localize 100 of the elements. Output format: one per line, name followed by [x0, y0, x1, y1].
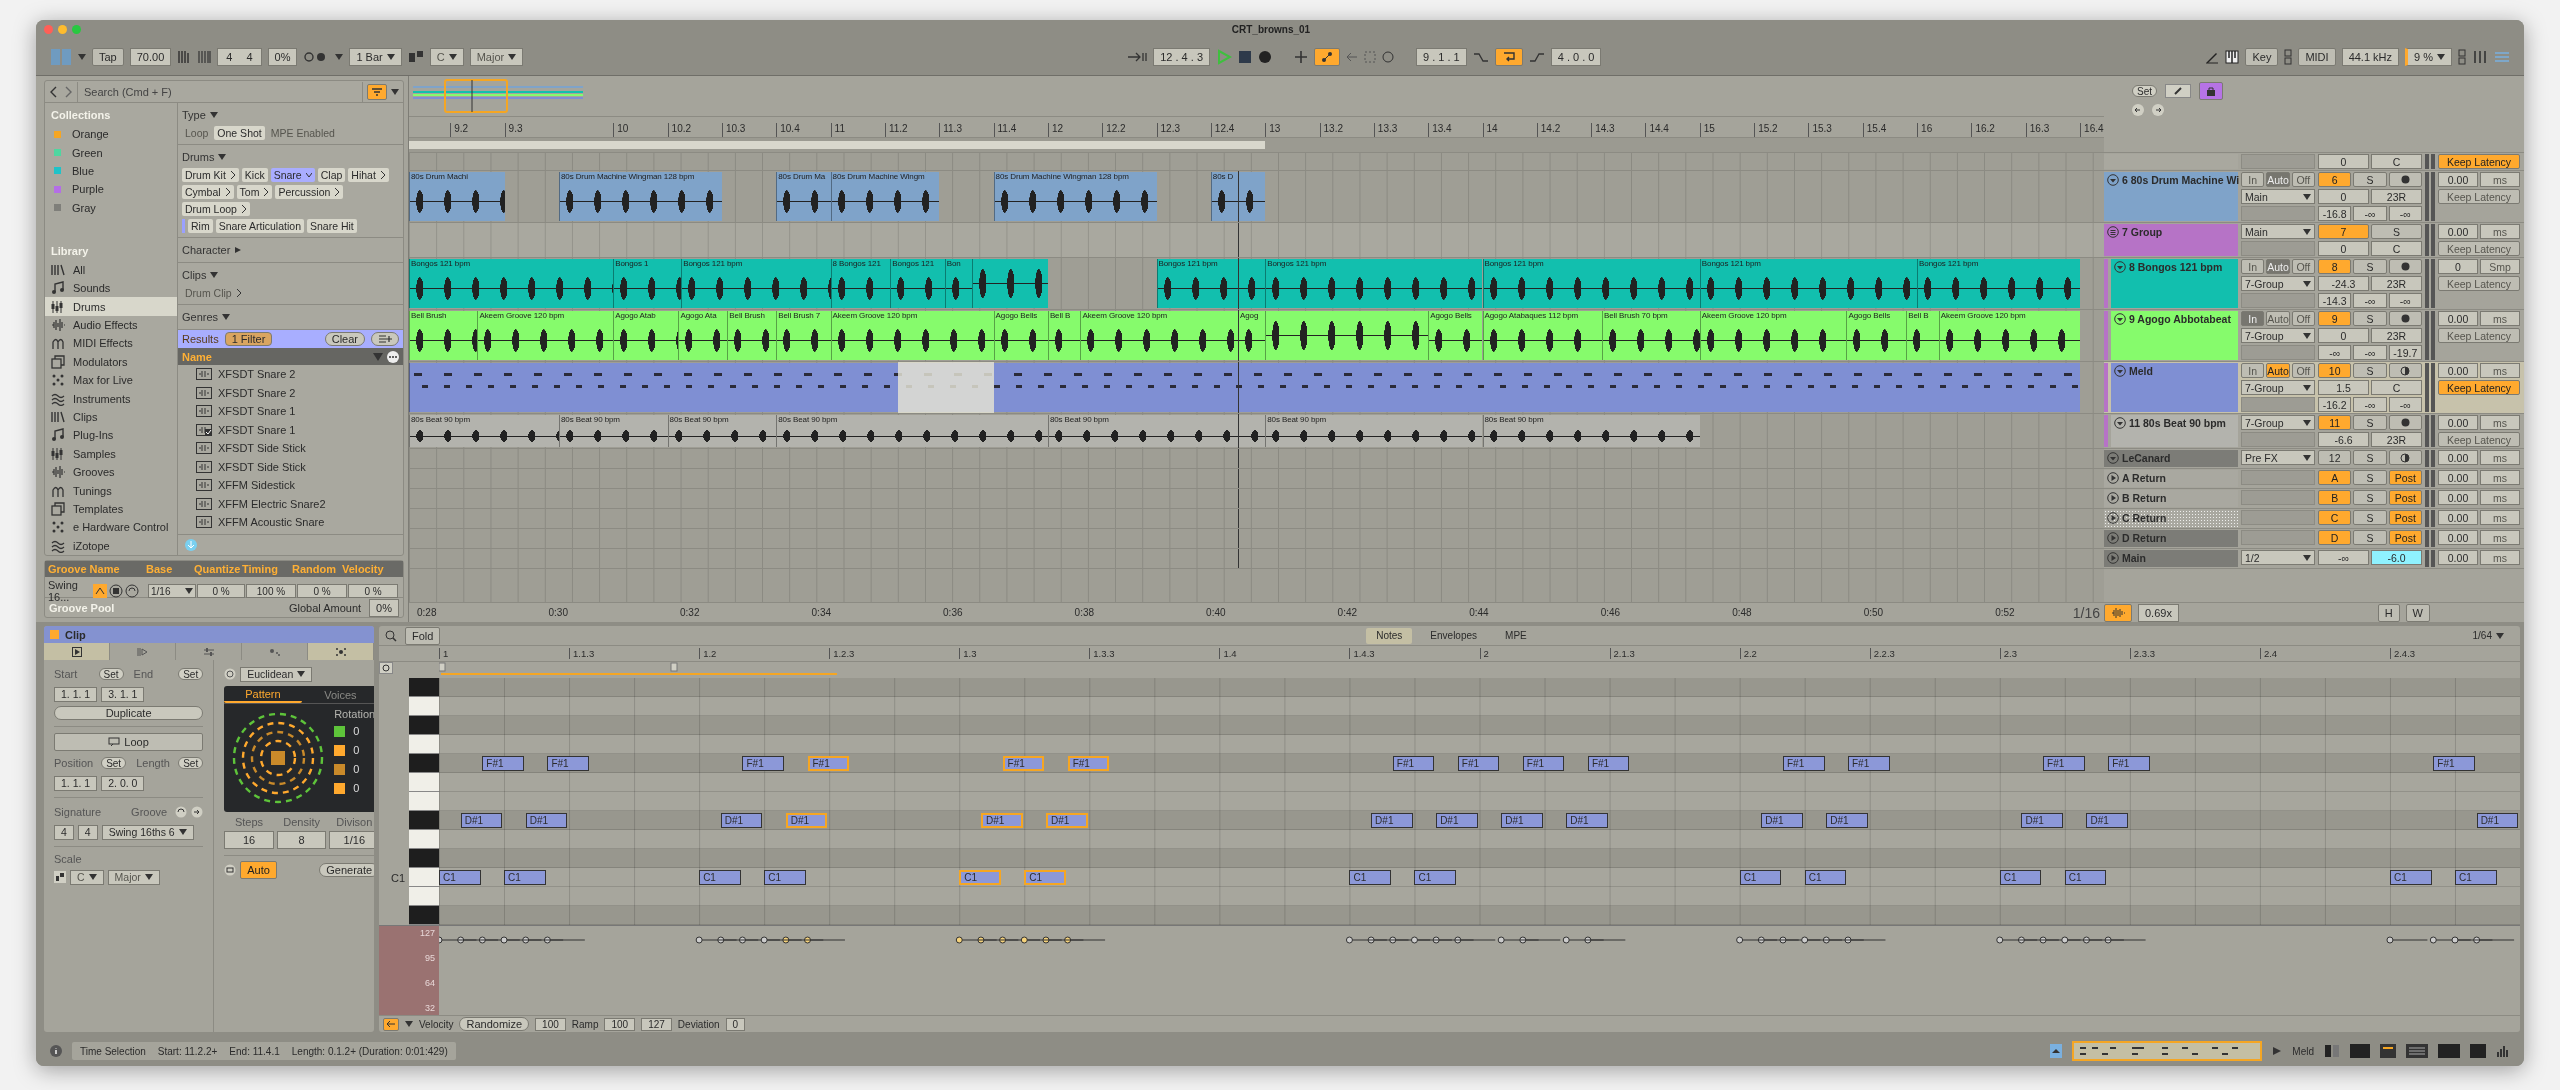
midi-note[interactable]: F#1 [2043, 756, 2085, 771]
route-dropdown[interactable]: Main [2241, 189, 2315, 204]
sample-rate-field[interactable]: 44.1 kHz [2341, 47, 2400, 66]
midi-note[interactable]: F#1 [807, 756, 850, 771]
audio-clip[interactable]: Bongos 121 bpm [1265, 259, 1483, 308]
midi-note[interactable]: D#1 [2021, 813, 2064, 828]
fold-button[interactable]: Fold [405, 626, 441, 645]
monitor-button[interactable]: Off [2291, 259, 2315, 274]
send-field[interactable]: -∞ [2388, 293, 2422, 308]
route-dropdown[interactable]: 7-Group [2241, 328, 2315, 343]
quantize-field[interactable]: 0 % [197, 584, 245, 598]
midi-note[interactable]: C1 [1349, 870, 1392, 885]
audio-clip[interactable]: 80s Beat 90 bpm [776, 415, 1048, 447]
randomize-button[interactable]: Randomize [459, 1017, 530, 1031]
track-activator[interactable]: A [2318, 470, 2352, 485]
audio-clip[interactable]: Bell B [1906, 311, 1939, 360]
midi-note[interactable]: D#1 [1371, 813, 1413, 828]
result-item[interactable]: XFSDT Snare 1 [178, 402, 403, 421]
track-activator[interactable]: 12 [2318, 450, 2352, 465]
midi-note[interactable]: F#1 [547, 756, 589, 771]
midi-note[interactable]: D#1 [2086, 813, 2129, 828]
delay-unit[interactable]: ms [2480, 470, 2520, 485]
midi-note[interactable]: D#1 [525, 813, 568, 828]
midi-note[interactable]: C1 [2454, 870, 2497, 885]
midi-note[interactable]: F#1 [482, 756, 524, 771]
audio-clip[interactable]: Bell Brush [727, 311, 777, 360]
result-item[interactable]: XFSDT Side Stick [178, 439, 403, 458]
track-header[interactable]: 6 80s Drum Machine Wi [2104, 172, 2238, 221]
groove-dropdown[interactable]: Swing 16ths 6 [101, 824, 194, 840]
audio-clip[interactable]: Bell Brush 7 [776, 311, 831, 360]
audio-clip[interactable]: Bongos 121 bpm [409, 259, 614, 308]
audio-clip[interactable]: 80s Drum Machi [409, 172, 505, 221]
audio-clip[interactable]: Akeem Groove 120 bpm [1699, 311, 1847, 360]
delay-unit[interactable]: ms [2480, 311, 2520, 326]
track-activator[interactable]: 10 [2318, 363, 2352, 378]
auto-button[interactable]: Auto [240, 861, 277, 879]
delay-field[interactable]: 0.00 [2438, 415, 2478, 430]
keep-latency-button[interactable]: Keep Latency [2438, 276, 2520, 291]
volume-field[interactable]: 0 [2318, 328, 2369, 343]
route-dropdown[interactable]: 1/2 [2241, 550, 2315, 565]
filter-tag[interactable]: Cymbal [182, 185, 234, 199]
send-field[interactable]: -14.3 [2318, 293, 2352, 308]
send-field[interactable]: -∞ [2353, 293, 2387, 308]
midi-note[interactable]: F#1 [1587, 756, 1630, 771]
signature-field[interactable]: 4 [54, 824, 74, 840]
monitor-button[interactable]: In [2241, 172, 2265, 187]
audio-clip[interactable]: 80s Beat 90 bpm [1265, 415, 1483, 447]
audio-clip[interactable]: Agogo Atabaques 112 bpm [1482, 311, 1602, 360]
midi-note[interactable]: C1 [959, 870, 1001, 885]
midi-note[interactable]: F#1 [1067, 756, 1110, 771]
solo-button[interactable]: S [2371, 224, 2422, 239]
solo-button[interactable]: S [2353, 470, 2387, 485]
filter-tag[interactable]: Drum Loop [182, 202, 250, 216]
send-field[interactable]: -19.7 [2388, 345, 2422, 360]
rotation-value[interactable]: 0 [353, 744, 360, 756]
midi-note[interactable]: C1 [764, 870, 806, 885]
length-field[interactable]: 2. 0. 0 [101, 775, 145, 791]
audio-clip[interactable]: 80s D [1210, 172, 1266, 221]
position-field[interactable]: 1. 1. 1 [54, 775, 98, 791]
delay-unit[interactable]: ms [2480, 172, 2520, 187]
tap-button[interactable]: Tap [92, 47, 124, 66]
delay-unit[interactable]: ms [2480, 450, 2520, 465]
track-header[interactable]: B Return [2104, 490, 2238, 507]
delay-unit[interactable]: ms [2480, 363, 2520, 378]
send-field[interactable]: -∞ [2353, 345, 2387, 360]
volume-field[interactable]: -6.0 [2371, 550, 2422, 565]
audio-clip[interactable]: Bongos 1 [613, 259, 682, 308]
audio-clip[interactable]: 80s Beat 90 bpm [558, 415, 668, 447]
delay-unit[interactable]: ms [2480, 510, 2520, 525]
result-item[interactable]: XFSDT Snare 2 [178, 365, 403, 384]
filter-tag[interactable]: Drum Kit [182, 168, 239, 182]
audio-clip[interactable]: 80s Beat 90 bpm [1482, 415, 1700, 447]
library-item[interactable]: Drums [45, 297, 177, 316]
deviation-field[interactable]: 0 [725, 1017, 746, 1031]
volume-field[interactable]: -24.3 [2318, 276, 2369, 291]
loop-start-field[interactable]: 9 . 1 . 1 [1416, 47, 1467, 66]
filter-count-button[interactable]: 1 Filter [224, 332, 273, 346]
midi-note[interactable]: C1 [699, 870, 741, 885]
monitor-button[interactable]: Off [2291, 172, 2315, 187]
send-field[interactable]: -∞ [2318, 345, 2352, 360]
midi-note[interactable]: D#1 [1501, 813, 1543, 828]
track-header[interactable]: 9 Agogo Abbotabeat [2111, 311, 2238, 360]
audio-clip[interactable]: Akeem Groove 120 bpm [477, 311, 614, 360]
height-button[interactable]: H [2377, 603, 2400, 622]
audio-clip[interactable]: Bell B [1047, 311, 1081, 360]
send-field[interactable]: -∞ [2388, 397, 2422, 412]
audio-clip[interactable]: 80s Drum Machine Wingm [830, 172, 940, 221]
solo-button[interactable]: S [2353, 172, 2387, 187]
send-mode-button[interactable]: Post [2388, 530, 2422, 545]
solo-button[interactable]: S [2353, 259, 2387, 274]
result-item[interactable]: XFFM Acoustic Snare [178, 513, 403, 532]
filter-tag[interactable]: Percussion [275, 185, 344, 199]
track-header[interactable]: 11 80s Beat 90 bpm [2111, 415, 2238, 447]
base-dropdown[interactable]: 1/16 [148, 584, 196, 598]
midi-note[interactable]: C1 [1804, 870, 1847, 885]
monitor-button[interactable]: Auto [2266, 363, 2290, 378]
filter-tag[interactable]: Snare Articulation [215, 219, 304, 233]
midi-note[interactable]: C1 [2389, 870, 2432, 885]
library-item[interactable]: Max for Live [45, 371, 177, 390]
solo-button[interactable]: S [2353, 363, 2387, 378]
